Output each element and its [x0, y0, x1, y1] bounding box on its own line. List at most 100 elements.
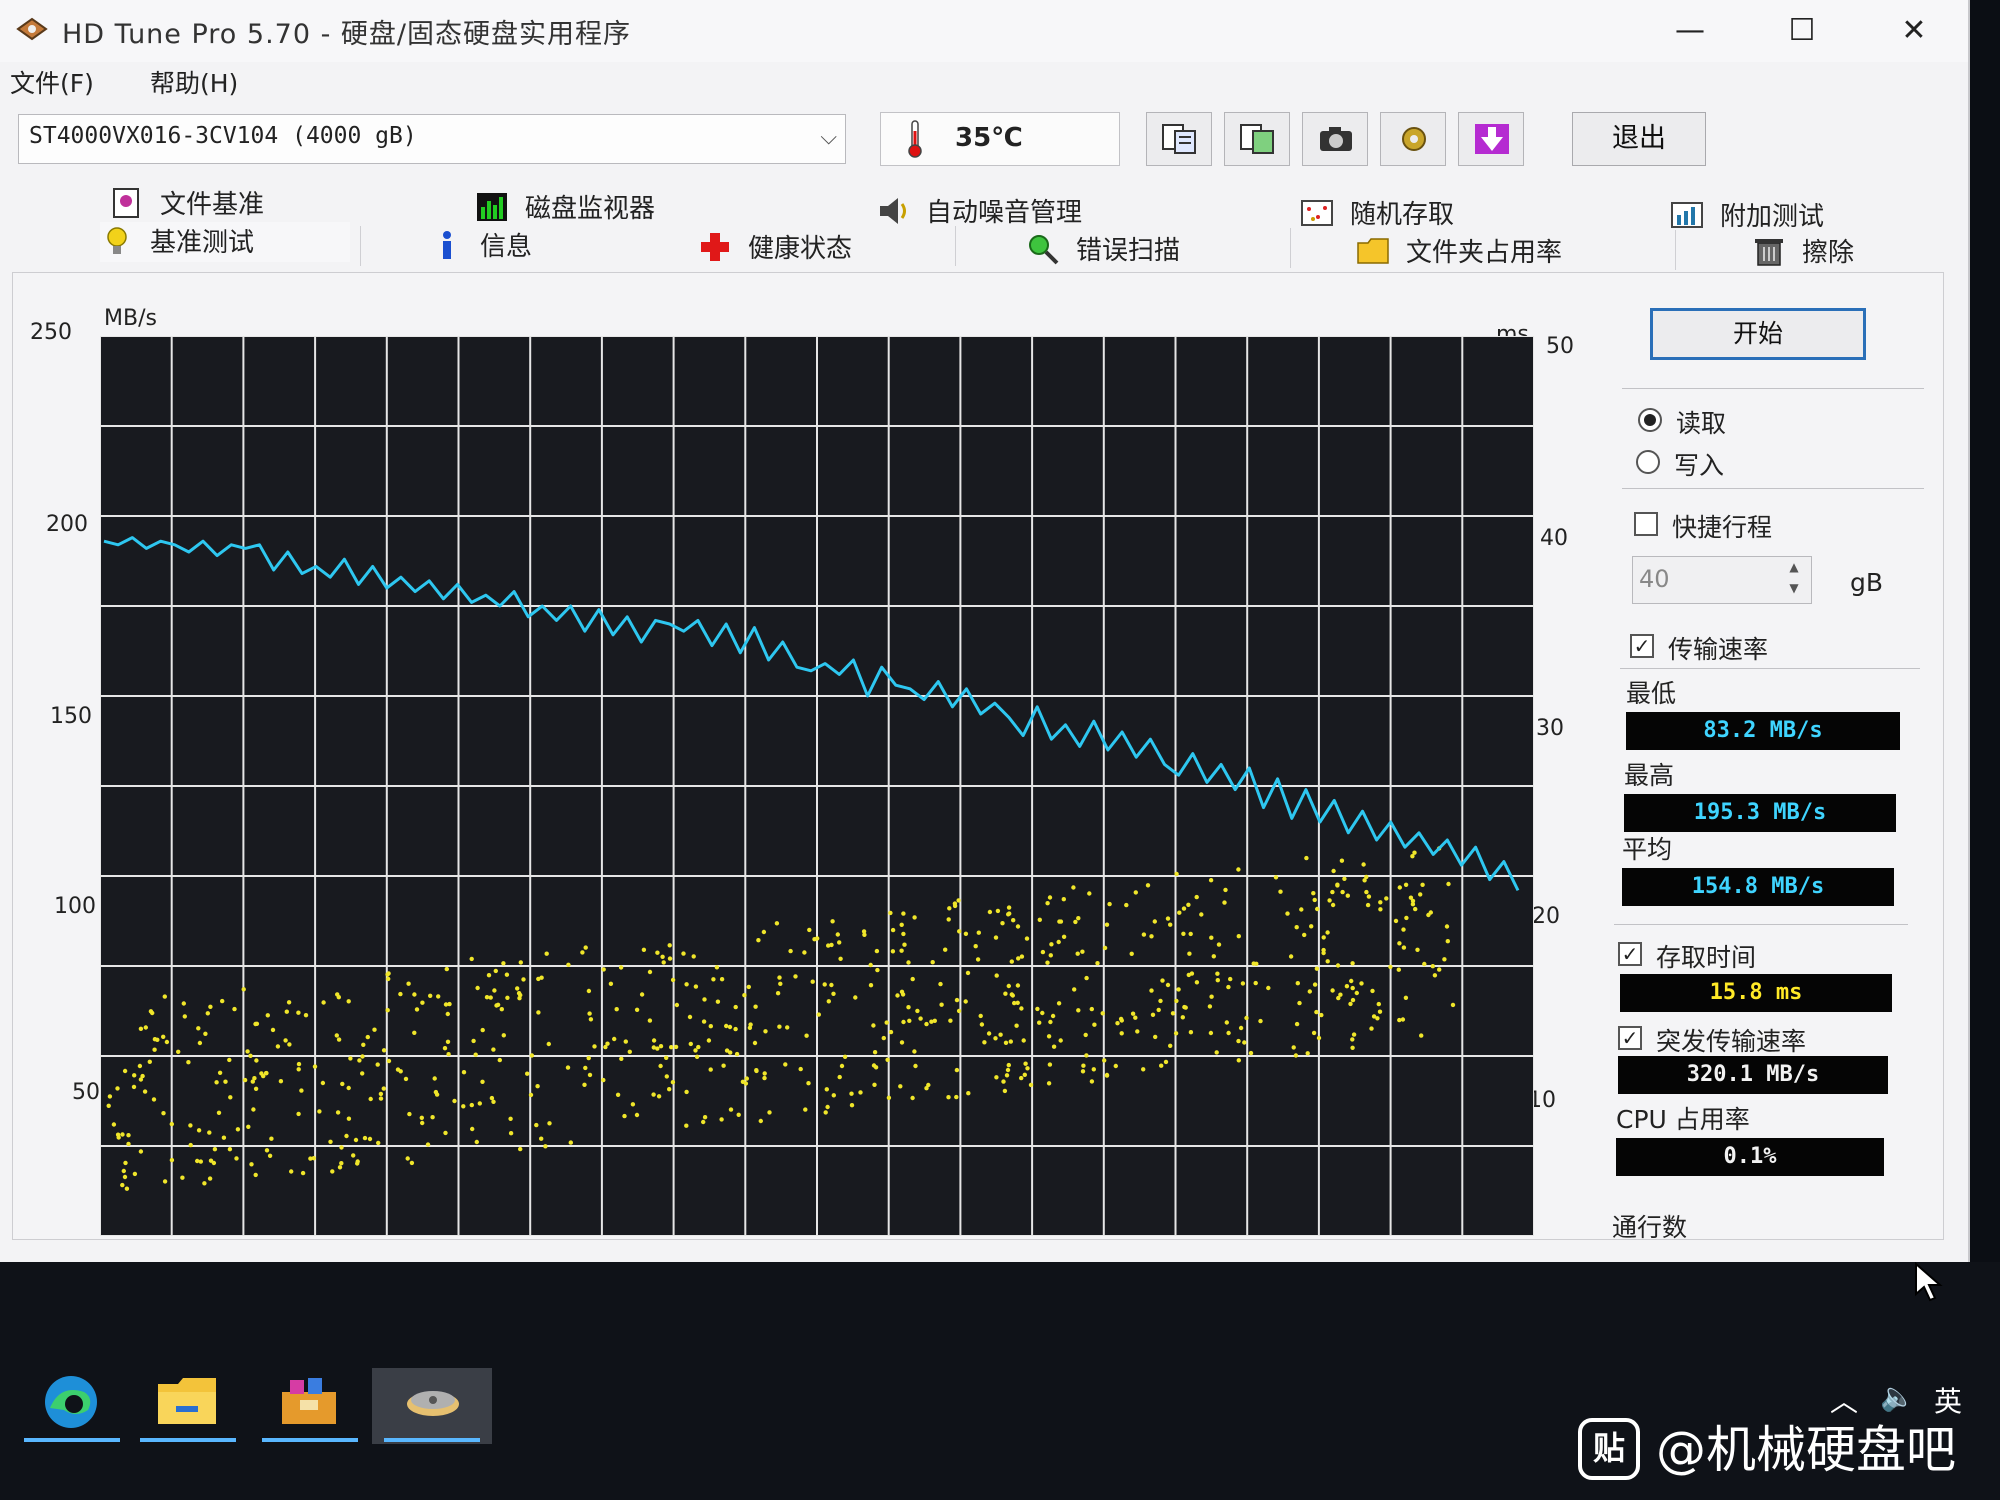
access-time-point	[148, 1009, 154, 1014]
access-time-point	[414, 1007, 420, 1012]
access-time-point	[881, 1035, 886, 1041]
exit-button[interactable]: 退出	[1572, 112, 1706, 166]
tab-acoustic-management[interactable]: 自动噪音管理	[876, 192, 1082, 232]
file-explorer-icon[interactable]	[150, 1370, 224, 1434]
access-time-point	[849, 1103, 855, 1108]
tab-file-benchmark[interactable]: 文件基准	[110, 184, 264, 224]
write-radio[interactable]	[1636, 450, 1660, 474]
access-time-point	[758, 1118, 763, 1124]
access-time-point	[785, 1025, 790, 1030]
access-time-point	[1350, 1045, 1355, 1050]
access-time-point	[684, 1089, 689, 1095]
access-time-point	[124, 1186, 130, 1191]
access-time-point	[1048, 1019, 1053, 1025]
access-time-point	[658, 1044, 664, 1049]
access-time-point	[241, 987, 246, 992]
tab-random-access[interactable]: 随机存取	[1300, 194, 1454, 234]
access-time-point	[719, 977, 725, 982]
access-time-point	[378, 1096, 384, 1101]
access-time-point	[320, 1080, 326, 1086]
access-time-point	[839, 1063, 845, 1069]
access-time-point	[444, 966, 449, 972]
menu-help[interactable]: 帮助(H)	[150, 64, 238, 100]
edge-browser-icon[interactable]	[34, 1370, 108, 1434]
access-time-point	[1072, 987, 1077, 992]
access-time-point	[885, 1057, 890, 1062]
start-button[interactable]: 开始	[1650, 308, 1866, 360]
minimize-button[interactable]: —	[1660, 8, 1720, 54]
access-time-point	[499, 1007, 504, 1012]
access-time-point	[1080, 1069, 1086, 1074]
read-radio[interactable]	[1638, 408, 1662, 432]
tab-error-scan[interactable]: 错误扫描	[1026, 230, 1180, 270]
access-time-point	[1304, 855, 1309, 861]
access-time-point	[727, 1024, 733, 1030]
burst-rate-checkbox[interactable]: ✓	[1618, 1026, 1642, 1050]
short-stroke-input[interactable]: 40 ▲ ▼	[1632, 556, 1812, 604]
transfer-rate-checkbox[interactable]: ✓	[1630, 634, 1654, 658]
tab-extra-tests[interactable]: 附加测试	[1670, 196, 1824, 236]
access-time-point	[452, 1098, 457, 1104]
tab-folder-usage[interactable]: 文件夹占用率	[1356, 232, 1562, 272]
access-time-point	[803, 1107, 808, 1112]
tab-health[interactable]: 健康状态	[698, 228, 852, 268]
access-time-point	[868, 962, 873, 968]
access-time-point	[161, 1034, 166, 1039]
y-axis-left-unit: MB/s	[104, 306, 157, 331]
access-time-point	[504, 972, 510, 977]
access-time-point	[344, 1133, 349, 1139]
access-time-point	[143, 1025, 148, 1030]
maximize-button[interactable]: ☐	[1772, 8, 1832, 54]
access-time-point	[208, 1004, 213, 1009]
access-time-point	[956, 1008, 962, 1014]
download-button[interactable]	[1458, 112, 1524, 166]
access-time-point	[205, 1011, 210, 1016]
screenshot-button[interactable]	[1302, 112, 1368, 166]
access-time-point	[1226, 984, 1231, 990]
menu-file[interactable]: 文件(F)	[10, 64, 94, 100]
y-tick-left: 50	[72, 1080, 100, 1105]
y-tick-right: 50	[1546, 334, 1574, 359]
access-time-point	[615, 1092, 621, 1097]
access-time-point	[1130, 1011, 1136, 1016]
access-time-point	[1021, 1038, 1026, 1043]
drive-select[interactable]: ST4000VX016-3CV104 (4000 gB) ⌵	[18, 114, 846, 164]
access-time-point	[378, 1091, 384, 1097]
access-time-point	[1350, 961, 1355, 966]
tab-benchmark[interactable]: 基准测试	[100, 222, 350, 262]
access-time-point	[461, 1070, 467, 1075]
access-time-point	[1100, 1011, 1105, 1016]
tab-disk-monitor[interactable]: 磁盘监视器	[475, 188, 655, 228]
access-time-point	[250, 1079, 255, 1084]
hdtune-taskbar-icon[interactable]	[396, 1370, 470, 1434]
title-bar[interactable]: HD Tune Pro 5.70 - 硬盘/固态硬盘实用程序 — ☐ ✕	[0, 0, 1968, 62]
volume-icon[interactable]: 🔈	[1880, 1380, 1915, 1413]
tab-erase[interactable]: 擦除	[1752, 232, 1854, 272]
access-time-point	[492, 988, 497, 993]
access-time-point	[1153, 1034, 1158, 1040]
spin-up-icon[interactable]: ▲	[1781, 560, 1807, 580]
access-time-point	[1037, 1020, 1042, 1025]
access-time-point	[296, 1111, 301, 1117]
access-time-point	[107, 1094, 113, 1099]
spin-down-icon[interactable]: ▼	[1781, 581, 1807, 601]
options-button[interactable]	[1380, 112, 1446, 166]
access-time-point	[1019, 1075, 1024, 1081]
close-button[interactable]: ✕	[1884, 8, 1944, 54]
access-time-point	[829, 942, 834, 948]
access-time-point	[336, 1037, 342, 1042]
access-time-checkbox[interactable]: ✓	[1618, 942, 1642, 966]
short-stroke-checkbox[interactable]	[1634, 512, 1658, 536]
access-time-point	[188, 1123, 193, 1128]
copy-screenshot-button[interactable]	[1224, 112, 1290, 166]
access-time-point	[912, 1049, 917, 1054]
app-package-icon[interactable]	[272, 1370, 346, 1434]
copy-text-button[interactable]	[1146, 112, 1212, 166]
access-time-point	[1174, 998, 1179, 1004]
access-time-point	[1266, 985, 1271, 991]
access-time-point	[1244, 1015, 1249, 1021]
tab-info[interactable]: 信息	[430, 226, 532, 266]
access-time-point	[122, 1174, 128, 1180]
access-time-point	[443, 1130, 448, 1136]
access-time-point	[275, 1044, 281, 1049]
